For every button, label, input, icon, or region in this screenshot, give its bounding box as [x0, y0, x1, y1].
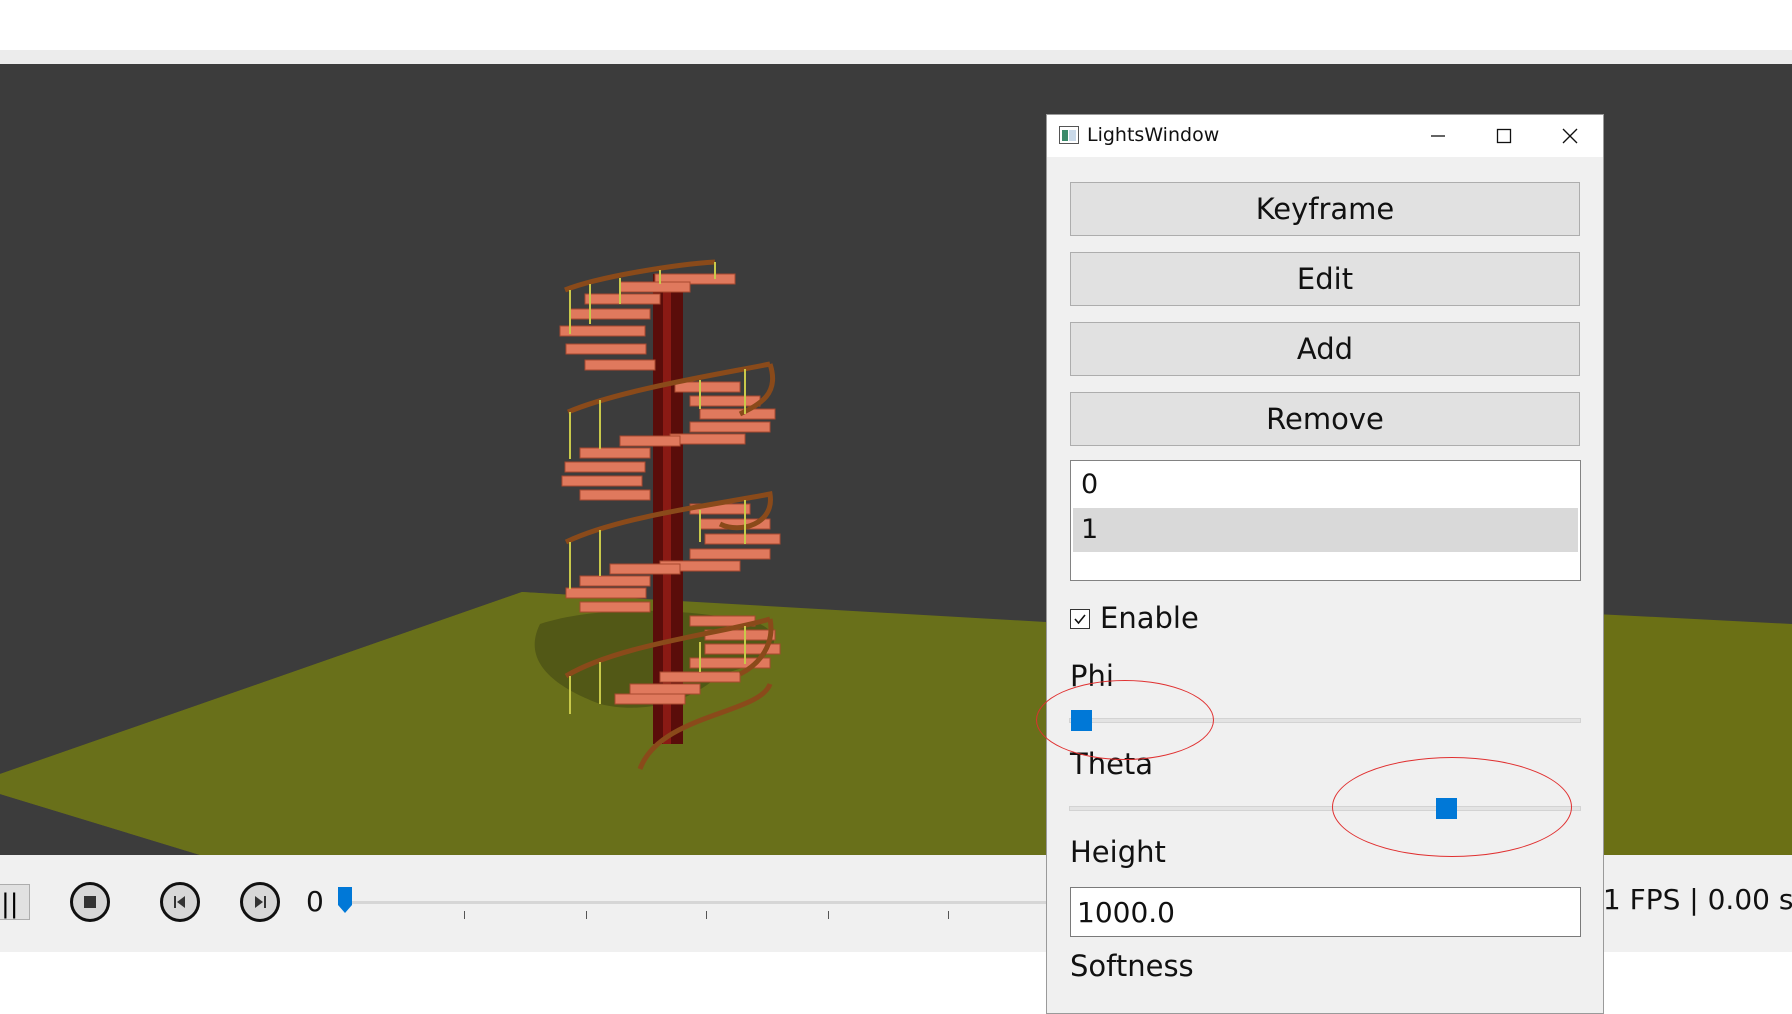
edit-button[interactable]: Edit [1070, 252, 1580, 306]
phi-annotation-circle [1036, 680, 1214, 760]
skip-back-icon [174, 896, 185, 908]
enable-label: Enable [1100, 601, 1199, 635]
theta-annotation-circle [1332, 757, 1572, 857]
list-item[interactable]: 0 [1073, 463, 1578, 507]
lights-window: LightsWindow Keyframe Edit Add Remove 0 … [1046, 114, 1604, 1014]
checkmark-icon [1074, 614, 1086, 625]
remove-button[interactable]: Remove [1070, 392, 1580, 446]
list-item-label: 0 [1081, 469, 1099, 500]
app-window-icon [1059, 126, 1079, 144]
close-button[interactable] [1537, 115, 1603, 157]
add-button[interactable]: Add [1070, 322, 1580, 376]
list-item-label: 1 [1081, 514, 1099, 545]
fps-readout: .1 FPS | 0.00 se [1594, 883, 1792, 916]
timeline-tick [828, 911, 829, 919]
timeline-tick [464, 911, 465, 919]
maximize-button[interactable] [1471, 115, 1537, 157]
keyframe-button[interactable]: Keyframe [1070, 182, 1580, 236]
top-blank-area [0, 0, 1792, 50]
next-frame-button[interactable] [240, 882, 280, 922]
minimize-icon [1431, 135, 1445, 137]
skip-forward-icon [255, 896, 266, 908]
timeline-tick [586, 911, 587, 919]
toolbar-strip [0, 50, 1792, 64]
previous-frame-button[interactable] [160, 882, 200, 922]
pause-button[interactable]: || [0, 884, 30, 920]
softness-label: Softness [1070, 949, 1194, 983]
close-icon [1562, 128, 1578, 144]
timeline-tick [706, 911, 707, 919]
stop-icon [84, 896, 96, 908]
enable-checkbox[interactable] [1070, 609, 1090, 629]
maximize-icon [1496, 128, 1512, 144]
ground-plane-near [0, 592, 1046, 855]
stop-button[interactable] [70, 882, 110, 922]
list-item[interactable]: 1 [1073, 508, 1578, 552]
lights-list[interactable]: 0 1 [1070, 460, 1581, 581]
minimize-button[interactable] [1405, 115, 1471, 157]
timeline-track[interactable] [342, 901, 1062, 904]
timeline-handle[interactable] [338, 887, 352, 913]
frame-counter: 0 [306, 885, 324, 918]
height-input[interactable] [1070, 887, 1581, 937]
timeline-tick [948, 911, 949, 919]
lights-window-titlebar[interactable]: LightsWindow [1047, 115, 1603, 157]
window-title: LightsWindow [1087, 124, 1220, 146]
height-label: Height [1070, 835, 1166, 869]
